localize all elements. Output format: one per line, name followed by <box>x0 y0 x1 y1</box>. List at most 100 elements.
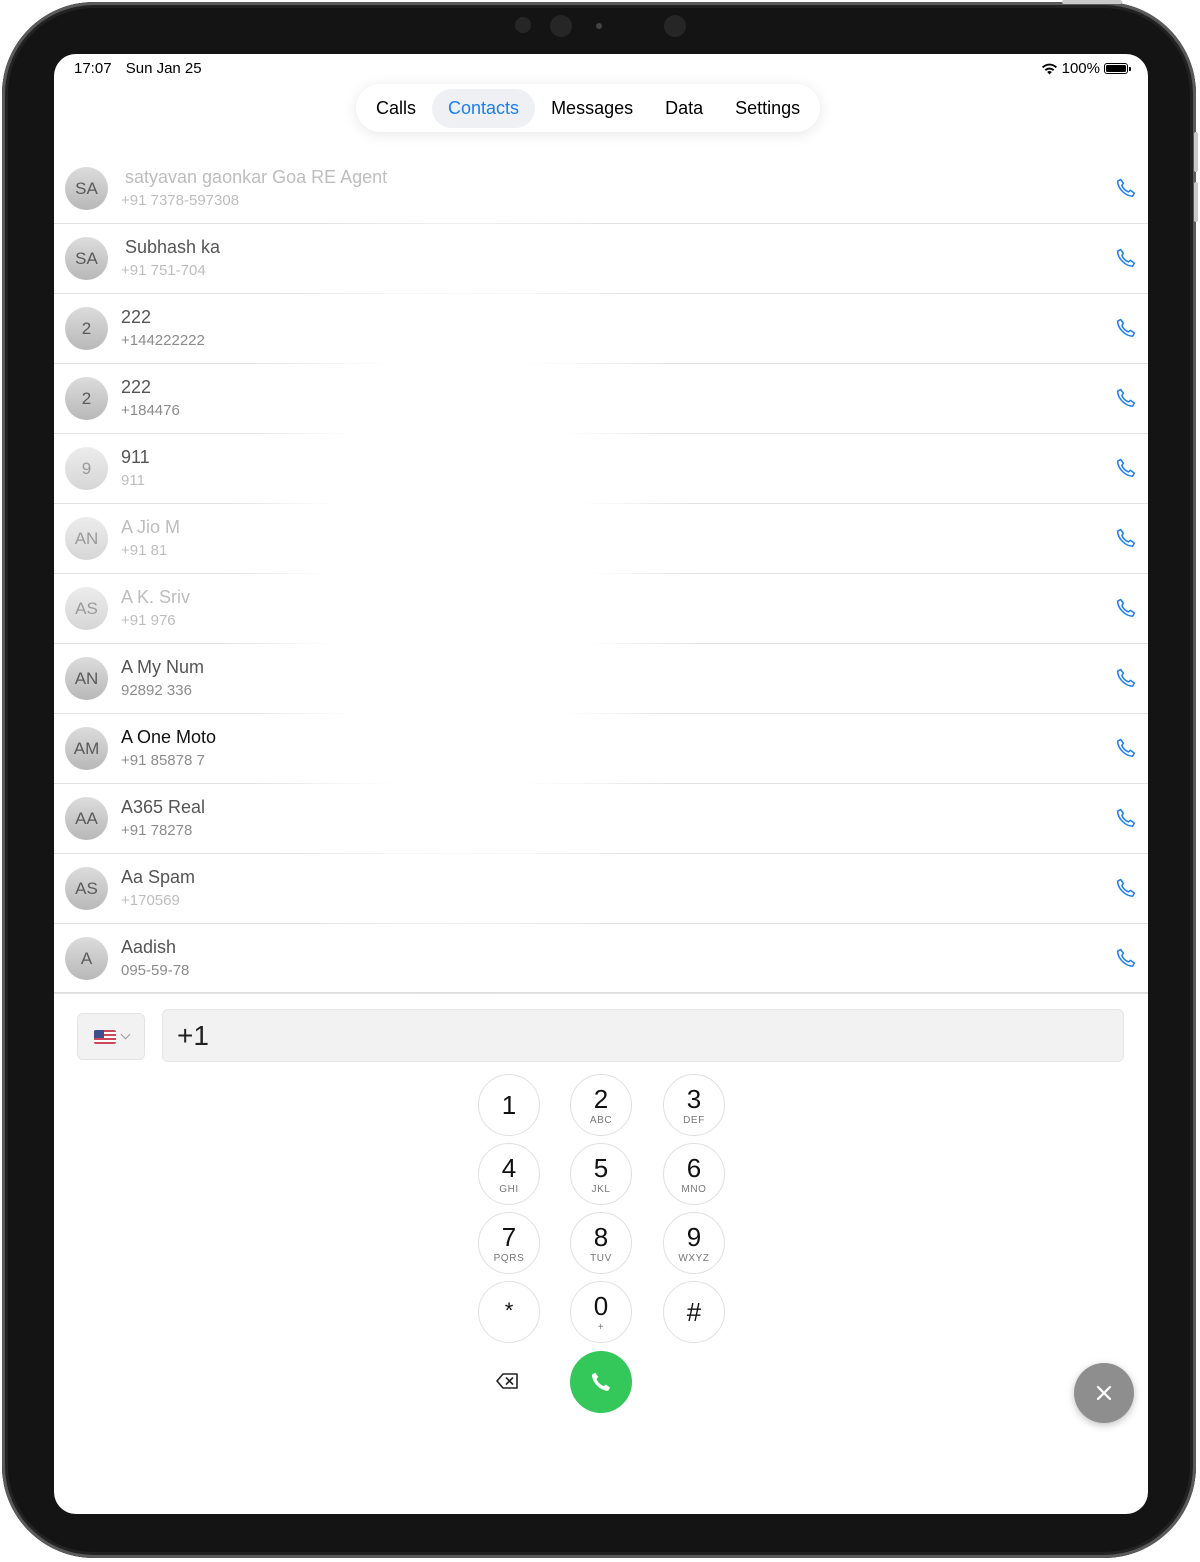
contact-number: +91 78278 <box>121 822 193 839</box>
key-digit: * <box>504 1298 514 1323</box>
list-item[interactable]: AN A My Num 92892 336 <box>54 644 1148 714</box>
avatar: SA <box>65 167 108 210</box>
contact-name: 222 <box>121 307 152 327</box>
contact-number: +184476 <box>121 402 180 419</box>
list-item[interactable]: AS A K. Sriv +91 976 <box>54 574 1148 644</box>
ipad-frame: 17:07 Sun Jan 25 100% Calls Contacts Mes… <box>2 0 1198 1558</box>
avatar: AA <box>65 797 108 840</box>
battery-icon <box>1104 63 1131 74</box>
wifi-icon <box>1041 63 1057 75</box>
key-7[interactable]: 7 PQRS <box>478 1212 540 1274</box>
contact-number: +91 7378-597308 <box>121 192 240 209</box>
list-item[interactable]: 2 222 +184476 <box>54 364 1148 434</box>
country-picker[interactable] <box>77 1013 145 1060</box>
contact-number: +91 976 <box>121 612 176 629</box>
avatar: AN <box>65 657 108 700</box>
avatar: 9 <box>65 447 108 490</box>
phone-icon[interactable] <box>1114 876 1138 900</box>
contact-name: 222 <box>121 377 152 397</box>
tab-settings[interactable]: Settings <box>719 89 816 128</box>
proximity-sensor-icon <box>596 23 602 29</box>
list-item[interactable]: AM A One Moto +91 85878 7 <box>54 714 1148 784</box>
phone-icon[interactable] <box>1114 456 1138 480</box>
backspace-icon[interactable] <box>495 1368 521 1394</box>
phone-icon[interactable] <box>1114 176 1138 200</box>
phone-icon[interactable] <box>1114 736 1138 760</box>
contact-name: A My Num <box>121 657 205 677</box>
key-digit: # <box>686 1297 702 1327</box>
tab-messages[interactable]: Messages <box>535 89 649 128</box>
key-digit: 5 <box>593 1153 609 1183</box>
phone-icon[interactable] <box>1114 316 1138 340</box>
key-2[interactable]: 2 ABC <box>570 1074 632 1136</box>
sensor-icon <box>515 17 531 33</box>
phone-icon[interactable] <box>1114 806 1138 830</box>
contact-name: A365 Real <box>121 797 206 817</box>
contact-number: +170569 <box>121 892 180 909</box>
avatar: AS <box>65 587 108 630</box>
avatar: SA <box>65 237 108 280</box>
list-item[interactable]: SA satyavan gaonkar Goa RE Agent +91 737… <box>54 154 1148 224</box>
list-item[interactable]: AA A365 Real +91 78278 <box>54 784 1148 854</box>
contact-name: satyavan gaonkar Goa RE Agent <box>125 167 388 187</box>
key-1[interactable]: 1 <box>478 1074 540 1136</box>
avatar: 2 <box>65 377 108 420</box>
phone-icon[interactable] <box>1114 596 1138 620</box>
key-star[interactable]: * <box>478 1281 540 1343</box>
key-digit: 9 <box>686 1222 702 1252</box>
tab-contacts[interactable]: Contacts <box>432 88 536 128</box>
key-hash[interactable]: # <box>663 1281 725 1343</box>
list-item[interactable]: AN A Jio M +91 81 <box>54 504 1148 574</box>
key-letters: GHI <box>499 1184 519 1195</box>
contact-number: 911 <box>121 472 145 489</box>
contact-number: +91 85878 7 <box>121 752 205 769</box>
key-8[interactable]: 8 TUV <box>570 1212 632 1274</box>
volume-up-button <box>1194 132 1198 172</box>
status-bar: 17:07 Sun Jan 25 100% <box>74 60 1131 82</box>
contact-number: 095-59-78 <box>121 962 190 979</box>
key-9[interactable]: 9 WXYZ <box>663 1212 725 1274</box>
battery-percent: 100% <box>1061 60 1100 77</box>
key-4[interactable]: 4 GHI <box>478 1143 540 1205</box>
call-button[interactable] <box>570 1351 632 1413</box>
key-digit: 8 <box>593 1222 609 1252</box>
contact-number: +91 81 <box>121 542 168 559</box>
list-item[interactable]: 2 222 +144222222 <box>54 294 1148 364</box>
list-item[interactable]: A Aadish 095-59-78 <box>54 924 1148 994</box>
phone-icon[interactable] <box>1114 946 1138 970</box>
contact-number: 92892 336 <box>121 682 192 699</box>
key-5[interactable]: 5 JKL <box>570 1143 632 1205</box>
key-digit: 1 <box>501 1090 517 1120</box>
key-digit: 3 <box>686 1084 702 1114</box>
contact-name: Aadish <box>121 937 177 957</box>
phone-number-input[interactable]: +1 <box>162 1009 1124 1062</box>
key-letters: DEF <box>683 1115 705 1126</box>
key-digit: 7 <box>501 1222 517 1252</box>
phone-icon <box>591 1372 610 1391</box>
status-time: 17:07 <box>74 60 112 77</box>
list-item[interactable]: AS Aa Spam +170569 <box>54 854 1148 924</box>
close-button[interactable] <box>1074 1363 1134 1423</box>
key-3[interactable]: 3 DEF <box>663 1074 725 1136</box>
phone-icon[interactable] <box>1114 386 1138 410</box>
phone-icon[interactable] <box>1114 246 1138 270</box>
chevron-down-icon <box>120 1029 130 1040</box>
face-id-sensor-icon <box>664 15 686 37</box>
key-letters: MNO <box>681 1184 707 1195</box>
tab-calls[interactable]: Calls <box>360 89 432 128</box>
list-item[interactable]: 9 911 911 <box>54 434 1148 504</box>
contact-number: +144222222 <box>121 332 205 349</box>
contact-name: 911 <box>121 447 150 467</box>
phone-icon[interactable] <box>1114 666 1138 690</box>
avatar: 2 <box>65 307 108 350</box>
avatar: AM <box>65 727 108 770</box>
key-0[interactable]: 0 + <box>570 1281 632 1343</box>
key-digit: 4 <box>501 1153 517 1183</box>
list-item[interactable]: SA Subhash ka +91 751-704 <box>54 224 1148 294</box>
phone-icon[interactable] <box>1114 526 1138 550</box>
status-date: Sun Jan 25 <box>125 60 202 77</box>
us-flag-icon <box>93 1029 116 1044</box>
key-6[interactable]: 6 MNO <box>663 1143 725 1205</box>
tab-data[interactable]: Data <box>649 89 719 128</box>
app-screen: 17:07 Sun Jan 25 100% Calls Contacts Mes… <box>54 54 1148 1514</box>
